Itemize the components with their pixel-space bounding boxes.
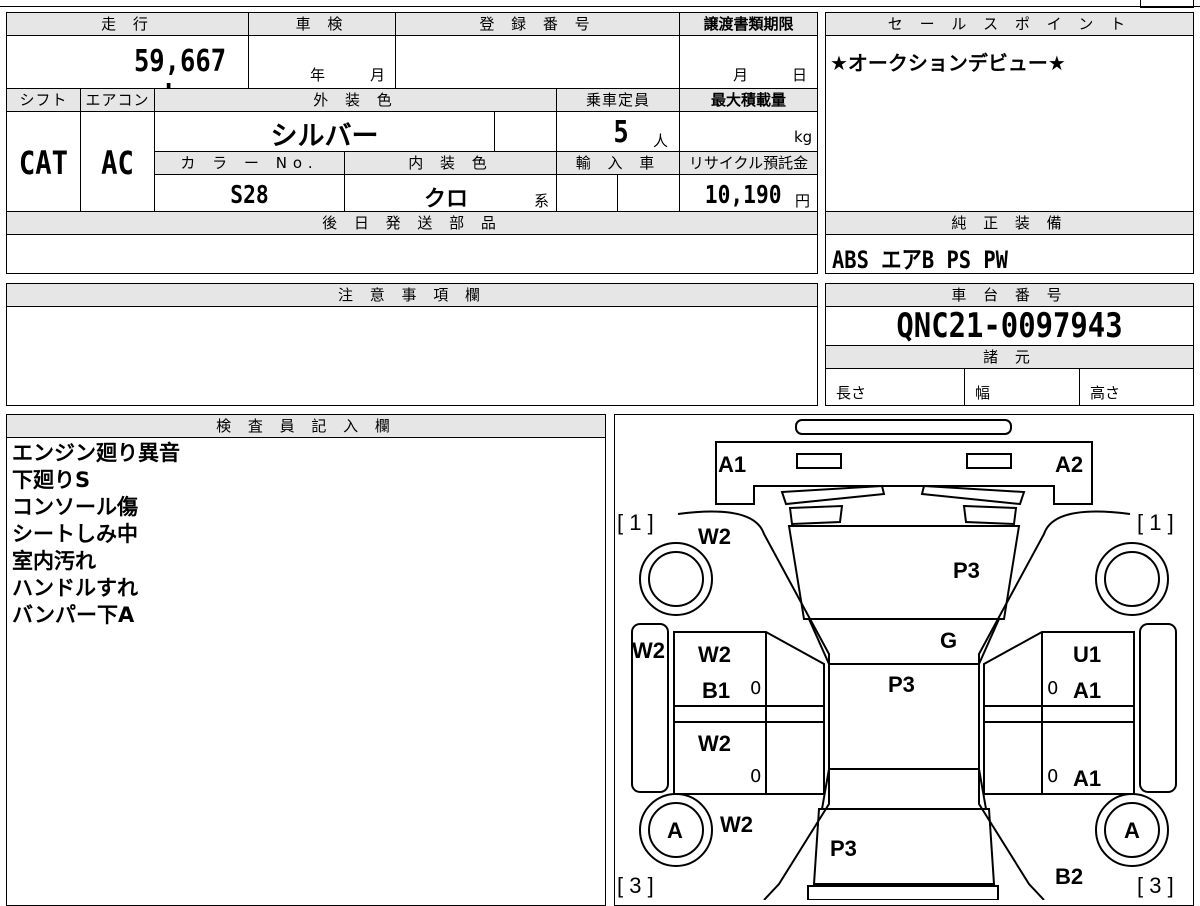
- mark-sill-left: W2: [632, 638, 665, 663]
- mark-door-rl: W2: [698, 731, 731, 756]
- shaken-header: 車 検: [248, 12, 396, 36]
- transfer-month: 月: [733, 66, 749, 84]
- mark-front-left: A1: [718, 452, 747, 477]
- length-label: 長さ: [836, 384, 867, 402]
- inspector-line: エンジン廻り異音: [12, 441, 180, 465]
- mark-fender-fl: W2: [698, 524, 731, 549]
- inspector-line: ハンドルすれ: [12, 576, 138, 600]
- mark-door-fl-w: W2: [698, 642, 731, 667]
- mark-bracket-br: [ 3 ]: [1137, 873, 1174, 898]
- mark-zero-3: 0: [750, 766, 762, 787]
- mark-bracket-tl: [ 1 ]: [617, 510, 654, 535]
- exterior-header: 外 装 色: [154, 88, 557, 112]
- inspector-header: 検 査 員 記 入 欄: [6, 414, 606, 438]
- mark-door-rr-a: A1: [1073, 766, 1102, 791]
- import-cell-a: [556, 174, 618, 212]
- mark-door-fr-a: A1: [1073, 678, 1102, 703]
- mark-rear-right: B2: [1055, 864, 1084, 889]
- import-header: 輸 入 車: [556, 151, 680, 175]
- chassis-header: 車 台 番 号: [825, 283, 1194, 307]
- maxload-header: 最大積載量: [679, 88, 818, 112]
- mark-wheel-rr: A: [1124, 818, 1140, 843]
- mark-front-right: A2: [1055, 452, 1084, 477]
- mark-hood: P3: [953, 558, 980, 583]
- exterior-extra-cell: [494, 111, 557, 152]
- top-right-fragment: [1140, 0, 1194, 8]
- sales-point-box: [825, 12, 1194, 212]
- width-label: 幅: [975, 384, 991, 402]
- spec-header: 諸 元: [825, 345, 1194, 369]
- inspector-line: 室内汚れ: [12, 549, 96, 573]
- interior-suffix: 系: [534, 192, 550, 210]
- shift-header: シフト: [6, 88, 81, 112]
- maxload-unit: kg: [794, 128, 813, 146]
- color-no-header: カ ラ ー No.: [154, 151, 345, 175]
- transfer-deadline-header: 譲渡書類期限: [679, 12, 818, 36]
- transfer-day: 日: [792, 66, 808, 84]
- registration-header: 登 録 番 号: [395, 12, 680, 36]
- mark-zero-2: 0: [1047, 678, 1059, 699]
- aircon-header: エアコン: [80, 88, 155, 112]
- later-parts-header: 後 日 発 送 部 品: [6, 211, 818, 235]
- mark-wheel-rl: A: [667, 818, 683, 843]
- recycle-value: 10,190: [704, 180, 782, 209]
- capacity-value: 5: [613, 115, 629, 150]
- color-no-value: S28: [230, 180, 269, 209]
- registration-cell: [395, 35, 680, 89]
- mark-zero-4: 0: [1047, 766, 1059, 787]
- capacity-header: 乗車定員: [556, 88, 680, 112]
- height-label: 高さ: [1090, 384, 1121, 402]
- shaken-month: 月: [370, 66, 386, 84]
- shaken-year: 年: [310, 66, 326, 84]
- mark-door-fr: U1: [1073, 642, 1102, 667]
- mark-bracket-tr: [ 1 ]: [1137, 510, 1174, 535]
- mileage-header: 走 行: [6, 12, 249, 36]
- import-cell-b: [617, 174, 680, 212]
- mark-bracket-bl: [ 3 ]: [617, 873, 654, 898]
- notes-header: 注 意 事 項 欄: [6, 283, 818, 307]
- mark-fender-rl: W2: [720, 812, 753, 837]
- mark-trunk: P3: [830, 836, 857, 861]
- aircon-value: AC: [101, 144, 134, 182]
- top-cropped-strip: [0, 0, 1200, 7]
- mark-roof: P3: [888, 672, 915, 697]
- capacity-unit: 人: [653, 132, 669, 150]
- inspector-line: シートしみ中: [12, 522, 138, 546]
- equipment-header: 純 正 装 備: [825, 211, 1194, 235]
- inspector-line: 下廻りS: [12, 468, 91, 492]
- chassis-number: QNC21-0097943: [896, 306, 1123, 346]
- shift-value: CAT: [18, 144, 69, 182]
- recycle-unit: 円: [795, 192, 811, 210]
- mark-door-fl-b: B1: [702, 678, 731, 703]
- sales-point-header: セ ー ル ス ポ イ ン ト: [825, 12, 1194, 36]
- interior-header: 内 装 色: [344, 151, 557, 175]
- exterior-value: シルバー: [270, 121, 379, 152]
- recycle-header: リサイクル預託金: [679, 151, 818, 175]
- interior-value: クロ: [424, 187, 469, 212]
- inspector-line: コンソール傷: [12, 495, 138, 519]
- mark-cowl: G: [940, 628, 958, 653]
- inspector-lines: エンジン廻り異音 下廻りS コンソール傷 シートしみ中 室内汚れ ハンドルすれ …: [12, 440, 180, 629]
- equipment-text: ABS エアB PS PW: [832, 246, 1008, 274]
- inspector-line: バンパー下A: [12, 603, 135, 627]
- mark-zero-1: 0: [750, 678, 762, 699]
- sales-point-text: ★オークションデビュー★: [830, 51, 1066, 75]
